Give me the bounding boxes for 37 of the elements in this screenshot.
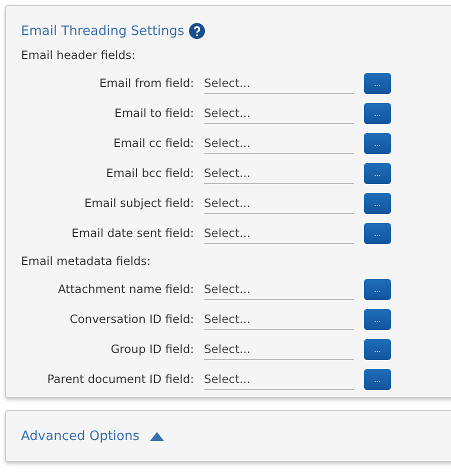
select-field[interactable]: Select... bbox=[204, 222, 354, 244]
field-label: Group ID field: bbox=[110, 342, 195, 356]
group-heading: Email header fields: bbox=[21, 48, 136, 62]
browse-button[interactable]: ... bbox=[364, 308, 391, 330]
field-label: Email date sent field: bbox=[70, 226, 195, 240]
browse-button[interactable]: ... bbox=[364, 102, 391, 124]
select-field[interactable]: Select... bbox=[204, 162, 354, 184]
triangle-up-icon[interactable] bbox=[150, 432, 164, 440]
browse-button[interactable]: ... bbox=[364, 132, 391, 154]
select-field[interactable]: Select... bbox=[204, 192, 354, 214]
field-label: Attachment name field: bbox=[56, 282, 195, 296]
select-field[interactable]: Select... bbox=[204, 308, 354, 330]
field-label: Email cc field: bbox=[112, 136, 195, 150]
browse-button[interactable]: ... bbox=[364, 162, 391, 184]
select-field[interactable]: Select... bbox=[204, 278, 354, 300]
field-label: Conversation ID field: bbox=[68, 312, 195, 326]
browse-button[interactable]: ... bbox=[364, 338, 391, 360]
browse-button[interactable]: ... bbox=[364, 72, 391, 94]
select-field[interactable]: Select... bbox=[204, 72, 354, 94]
select-field[interactable]: Select... bbox=[204, 338, 354, 360]
browse-button[interactable]: ... bbox=[364, 278, 391, 300]
select-field[interactable]: Select... bbox=[204, 368, 354, 390]
field-label: Email bcc field: bbox=[105, 166, 195, 180]
field-label: Email subject field: bbox=[83, 196, 195, 210]
select-field[interactable]: Select... bbox=[204, 132, 354, 154]
advanced-panel[interactable]: Advanced Options bbox=[5, 410, 451, 462]
panel-title: Advanced Options bbox=[21, 428, 140, 444]
field-label: Email to field: bbox=[114, 106, 195, 120]
select-field[interactable]: Select... bbox=[204, 102, 354, 124]
group-heading: Email metadata fields: bbox=[21, 254, 151, 268]
browse-button[interactable]: ... bbox=[364, 192, 391, 214]
field-label: Parent document ID field: bbox=[46, 372, 195, 386]
browse-button[interactable]: ... bbox=[364, 368, 391, 390]
browse-button[interactable]: ... bbox=[364, 222, 391, 244]
help-icon[interactable] bbox=[189, 23, 206, 39]
panel-title: Email Threading Settings bbox=[21, 24, 184, 38]
field-label: Email from field: bbox=[98, 76, 195, 90]
